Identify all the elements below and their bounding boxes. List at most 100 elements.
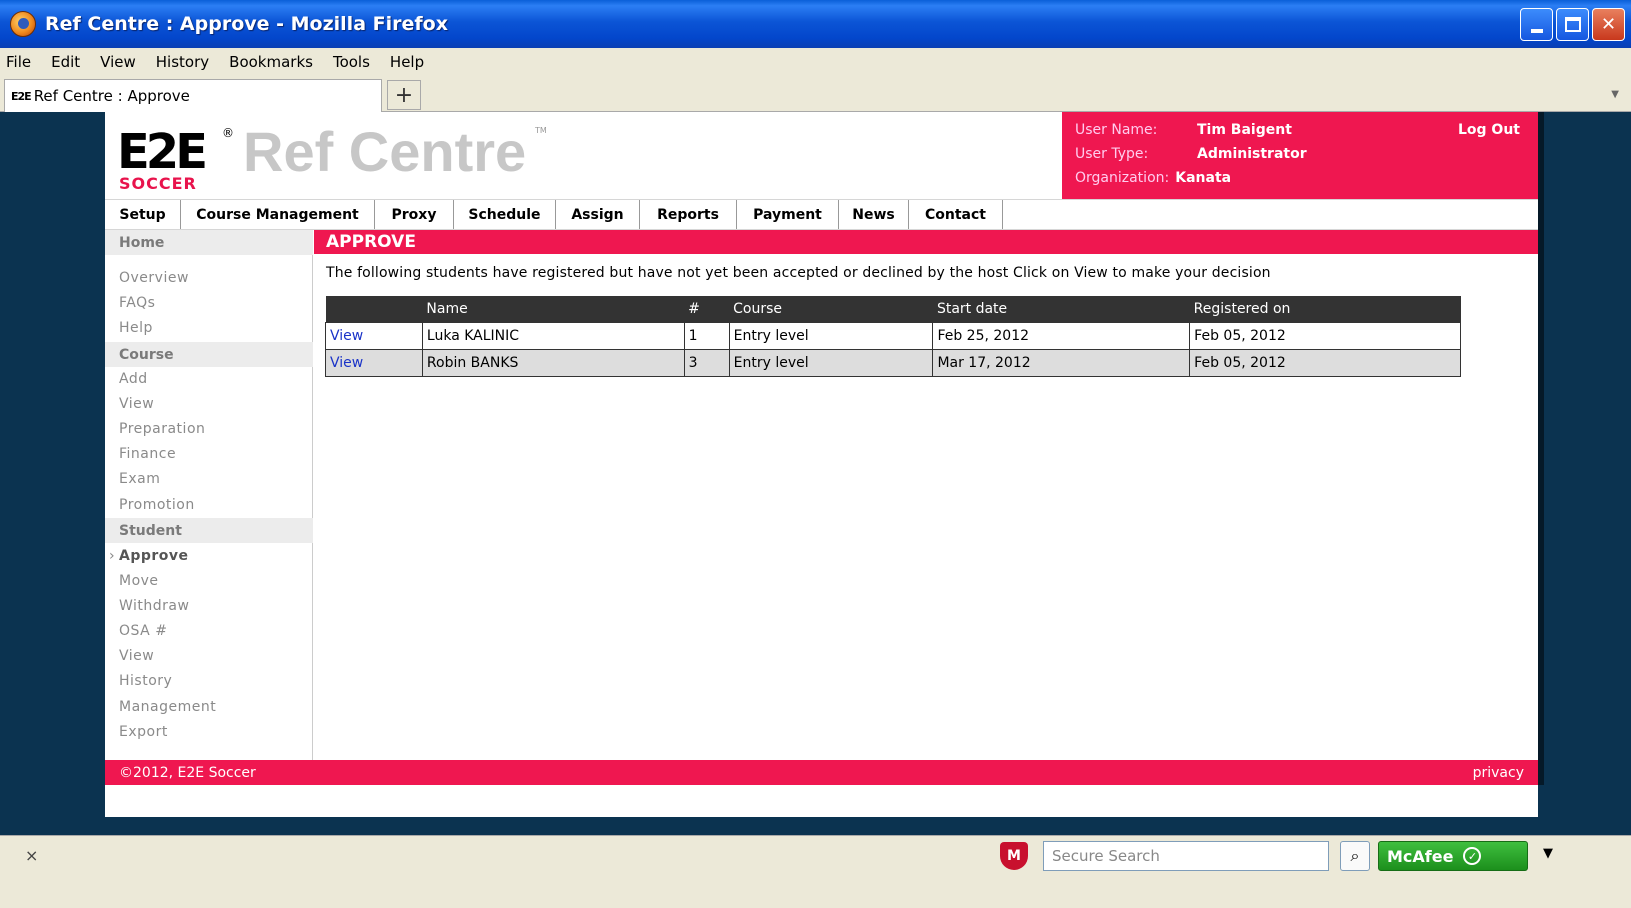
- sidebar-item-finance[interactable]: Finance: [119, 446, 176, 462]
- sidebar-item-osa[interactable]: OSA #: [119, 623, 167, 639]
- page-container: E2E SOCCER ® Ref Centre TM User Name: Ti…: [105, 112, 1538, 817]
- copyright-text: ©2012, E2E Soccer: [119, 764, 256, 781]
- window-title: Ref Centre : Approve - Mozilla Firefox: [45, 13, 448, 35]
- sidebar-item-export[interactable]: Export: [119, 724, 168, 740]
- trademark-mark: TM: [535, 126, 547, 135]
- search-icon: ⌕: [1350, 846, 1360, 865]
- sidebar-item-preparation[interactable]: Preparation: [119, 421, 205, 437]
- menu-edit[interactable]: Edit: [51, 53, 80, 71]
- intro-text: The following students have registered b…: [326, 265, 1271, 281]
- window-controls: ✕: [1520, 8, 1625, 41]
- sidebar-item-promotion[interactable]: Promotion: [119, 497, 195, 513]
- nav-course-management[interactable]: Course Management: [181, 200, 375, 229]
- nav-payment[interactable]: Payment: [737, 200, 839, 229]
- mcafee-button[interactable]: McAfee ✓: [1378, 841, 1528, 871]
- window-bottom-edge: [0, 875, 1631, 908]
- user-type-row: User Type: Administrator: [1075, 146, 1307, 162]
- table-cell: Luka KALINIC: [421, 321, 685, 350]
- organization-row: Organization: Kanata: [1075, 170, 1231, 186]
- menubar: File Edit View History Bookmarks Tools H…: [0, 48, 1631, 75]
- view-link[interactable]: View: [330, 328, 363, 344]
- table-row: View Robin BANKS 3 Entry level Mar 17, 2…: [325, 348, 1461, 377]
- tab-label: Ref Centre : Approve: [33, 87, 190, 105]
- nav-reports[interactable]: Reports: [640, 200, 737, 229]
- logo-e2e[interactable]: E2E: [117, 128, 208, 176]
- nav-contact[interactable]: Contact: [909, 200, 1003, 229]
- menu-file[interactable]: File: [6, 53, 31, 71]
- window-titlebar: Ref Centre : Approve - Mozilla Firefox ✕: [0, 0, 1631, 48]
- user-type-label: User Type:: [1075, 146, 1149, 162]
- table-cell: 3: [683, 348, 730, 377]
- sidebar-item-student-view[interactable]: View: [119, 648, 154, 664]
- nav-news[interactable]: News: [839, 200, 909, 229]
- sidebar-item-faqs[interactable]: FAQs: [119, 295, 155, 311]
- nav-assign[interactable]: Assign: [556, 200, 640, 229]
- site-header: E2E SOCCER ® Ref Centre TM User Name: Ti…: [105, 112, 1538, 199]
- menu-tools[interactable]: Tools: [333, 53, 370, 71]
- sidebar-item-course-view[interactable]: View: [119, 396, 154, 412]
- browser-tab[interactable]: E2E Ref Centre : Approve: [4, 79, 382, 112]
- mcafee-shield-icon[interactable]: M: [1000, 842, 1028, 870]
- table-cell: Entry level: [728, 321, 934, 350]
- secure-search-input[interactable]: Secure Search: [1043, 841, 1329, 871]
- favicon-icon: E2E: [11, 89, 32, 103]
- table-cell: Robin BANKS: [421, 348, 685, 377]
- menu-history[interactable]: History: [156, 53, 209, 71]
- sidebar-item-management[interactable]: Management: [119, 699, 216, 715]
- sidebar-section-student: Student: [105, 518, 313, 543]
- user-info-panel: User Name: Tim Baigent User Type: Admini…: [1062, 112, 1538, 199]
- table-cell: Feb 25, 2012: [932, 321, 1191, 350]
- column-header-registered-on: Registered on: [1189, 296, 1461, 322]
- menu-view[interactable]: View: [100, 53, 136, 71]
- status-bar: × M Secure Search ⌕ McAfee ✓ ▼: [0, 835, 1631, 875]
- browser-viewport: E2E SOCCER ® Ref Centre TM User Name: Ti…: [0, 112, 1631, 865]
- sidebar-item-approve[interactable]: Approve: [109, 548, 189, 564]
- sidebar-item-course-add[interactable]: Add: [119, 371, 148, 387]
- nav-proxy[interactable]: Proxy: [375, 200, 454, 229]
- nav-schedule[interactable]: Schedule: [454, 200, 556, 229]
- sidebar-item-overview[interactable]: Overview: [119, 270, 189, 286]
- page-title: APPROVE: [314, 230, 1538, 254]
- sidebar-item-move[interactable]: Move: [119, 573, 159, 589]
- new-tab-button[interactable]: +: [387, 80, 421, 110]
- close-findbar-icon[interactable]: ×: [25, 846, 38, 865]
- column-header-name: Name: [422, 296, 685, 322]
- column-header-number: #: [684, 296, 730, 322]
- maximize-button[interactable]: [1556, 8, 1589, 41]
- site-footer: ©2012, E2E Soccer privacy: [105, 760, 1538, 785]
- close-window-button[interactable]: ✕: [1592, 8, 1625, 41]
- minimize-button[interactable]: [1520, 8, 1553, 41]
- user-name-row: User Name: Tim Baigent: [1075, 122, 1292, 138]
- user-name-label: User Name:: [1075, 122, 1158, 138]
- menu-help[interactable]: Help: [390, 53, 424, 71]
- minimize-icon: [1530, 28, 1543, 33]
- view-link[interactable]: View: [330, 355, 363, 371]
- organization-label: Organization:: [1075, 170, 1170, 186]
- sidebar: Home Overview FAQs Help Course Add View …: [105, 230, 313, 761]
- brand-title: Ref Centre: [243, 120, 527, 183]
- sidebar-item-help[interactable]: Help: [119, 320, 153, 336]
- sidebar-home[interactable]: Home: [105, 230, 313, 255]
- column-header-start-date: Start date: [932, 296, 1190, 322]
- privacy-link[interactable]: privacy: [1473, 765, 1524, 781]
- search-button[interactable]: ⌕: [1340, 841, 1370, 871]
- sidebar-item-history[interactable]: History: [119, 673, 172, 689]
- chevron-down-icon[interactable]: ▼: [1543, 846, 1553, 861]
- menu-bookmarks[interactable]: Bookmarks: [229, 53, 313, 71]
- tab-list-dropdown-icon[interactable]: ▼: [1611, 89, 1619, 100]
- table-cell: View: [325, 321, 423, 350]
- tab-strip: E2E Ref Centre : Approve + ▼: [0, 75, 1631, 112]
- logout-link[interactable]: Log Out: [1458, 122, 1520, 138]
- check-icon: ✓: [1463, 847, 1482, 865]
- table-cell: Feb 05, 2012: [1189, 348, 1461, 377]
- firefox-icon: [10, 11, 36, 37]
- main-nav: Setup Course Management Proxy Schedule A…: [105, 199, 1538, 230]
- table-cell: Entry level: [728, 348, 934, 377]
- nav-setup[interactable]: Setup: [105, 200, 181, 229]
- column-header-action: [325, 296, 423, 322]
- table-row: View Luka KALINIC 1 Entry level Feb 25, …: [325, 321, 1461, 350]
- sidebar-item-exam[interactable]: Exam: [119, 471, 160, 487]
- table-cell: 1: [683, 321, 730, 350]
- sidebar-item-withdraw[interactable]: Withdraw: [119, 598, 189, 614]
- table-cell: View: [325, 348, 423, 377]
